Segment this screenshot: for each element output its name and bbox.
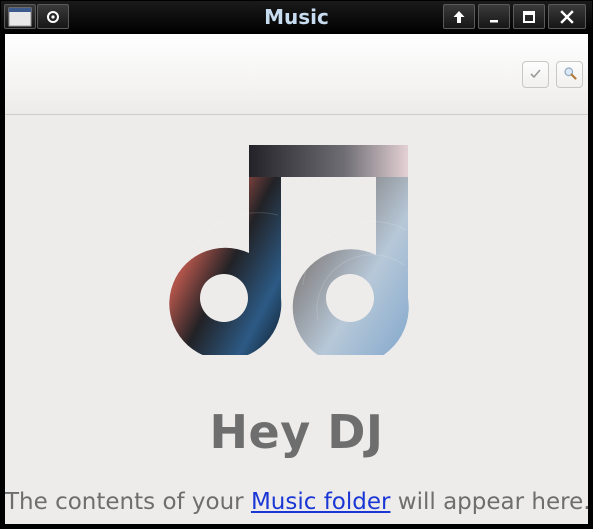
music-window: Music Hey DJ The contents of your Music … bbox=[0, 0, 593, 529]
pin-icon[interactable] bbox=[37, 4, 69, 29]
checkmark-icon bbox=[529, 65, 542, 84]
empty-state-description: The contents of your Music folder will a… bbox=[5, 489, 588, 515]
search-icon bbox=[563, 65, 577, 84]
music-folder-link[interactable]: Music folder bbox=[251, 489, 391, 515]
music-note-icon bbox=[169, 145, 409, 355]
title-bar[interactable]: Music bbox=[1, 1, 592, 34]
empty-state: Hey DJ The contents of your Music folder… bbox=[5, 115, 588, 524]
description-text-end: will appear here. bbox=[390, 489, 588, 515]
client-area: Hey DJ The contents of your Music folder… bbox=[5, 34, 588, 524]
description-text-start: The contents of your bbox=[5, 489, 251, 515]
close-icon[interactable] bbox=[548, 4, 586, 29]
header-bar bbox=[5, 34, 588, 115]
search-button[interactable] bbox=[556, 61, 583, 88]
empty-state-heading: Hey DJ bbox=[209, 405, 384, 459]
maximize-icon[interactable] bbox=[513, 4, 545, 29]
window-menu-icon[interactable] bbox=[4, 4, 36, 29]
arrow-up-icon[interactable] bbox=[443, 4, 475, 29]
select-button[interactable] bbox=[522, 61, 549, 88]
minimize-icon[interactable] bbox=[478, 4, 510, 29]
